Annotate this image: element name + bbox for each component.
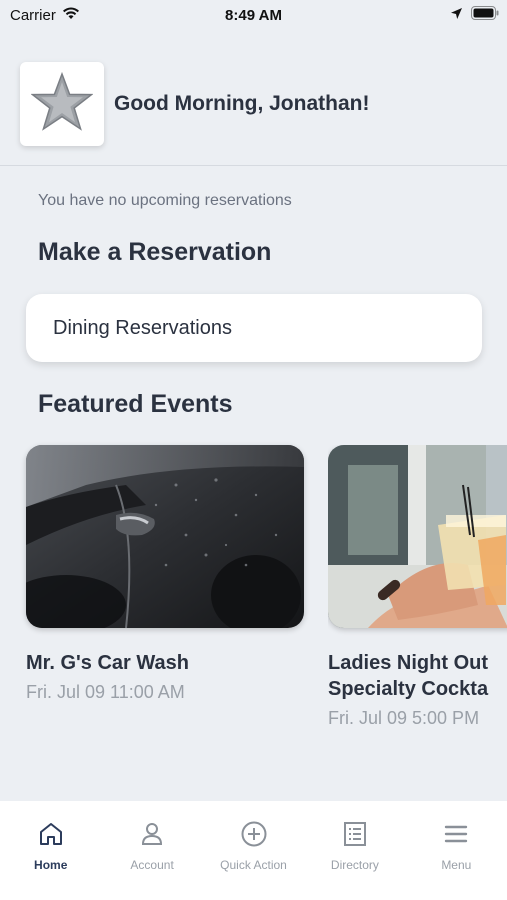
wifi-icon: [62, 6, 80, 24]
status-right: [450, 6, 499, 24]
home-icon: [38, 821, 64, 852]
plus-circle-icon: [241, 821, 267, 852]
event-date: Fri. Jul 09 5:00 PM: [328, 708, 480, 728]
dining-reservations-label: Dining Reservations: [53, 316, 232, 339]
tab-home[interactable]: Home: [0, 801, 101, 900]
no-reservations-text: You have no upcoming reservations: [38, 192, 292, 209]
event-title-line-1: Ladies Night Out: [328, 652, 488, 674]
tab-label: Directory: [330, 858, 379, 872]
greeting-text: Good Morning, Jonathan!: [114, 92, 370, 115]
tab-label: Menu: [441, 858, 472, 872]
status-left: Carrier: [10, 6, 80, 24]
tab-directory[interactable]: Directory: [304, 801, 405, 900]
directory-icon: [342, 821, 368, 852]
club-logo: [20, 62, 104, 146]
location-arrow-icon: [450, 7, 463, 24]
battery-icon: [471, 6, 499, 24]
dining-reservations-button[interactable]: Dining Reservations: [26, 294, 482, 362]
event-date: Fri. Jul 09 11:00 AM: [26, 682, 185, 702]
star-logo-icon: [30, 71, 94, 138]
tab-label: Account: [130, 858, 174, 872]
tab-bar: Home Account Quick Action Directory Menu: [0, 801, 507, 900]
tab-account[interactable]: Account: [101, 801, 202, 900]
account-icon: [139, 821, 165, 852]
featured-events-title: Featured Events: [38, 390, 233, 418]
event-card-car-wash[interactable]: Mr. G's Car Wash Fri. Jul 09 11:00 AM: [26, 445, 304, 703]
event-title-line-2: Specialty Cockta: [328, 678, 489, 700]
carrier-label: Carrier: [10, 6, 56, 24]
tab-label: Home: [34, 858, 68, 872]
make-reservation-title: Make a Reservation: [38, 238, 272, 266]
event-title: Ladies Night Out Specialty Cockta: [328, 650, 507, 702]
menu-icon: [443, 821, 469, 852]
header: Good Morning, Jonathan!: [0, 62, 507, 166]
status-bar: Carrier 8:49 AM: [0, 0, 507, 30]
cocktails-image: [328, 445, 507, 628]
event-card-ladies-night[interactable]: Ladies Night Out Specialty Cockta Fri. J…: [328, 445, 507, 729]
car-wash-image: [26, 445, 304, 628]
tab-quick-action[interactable]: Quick Action: [203, 801, 304, 900]
event-title: Mr. G's Car Wash: [26, 652, 189, 674]
tab-menu[interactable]: Menu: [406, 801, 507, 900]
tab-label: Quick Action: [220, 858, 287, 872]
